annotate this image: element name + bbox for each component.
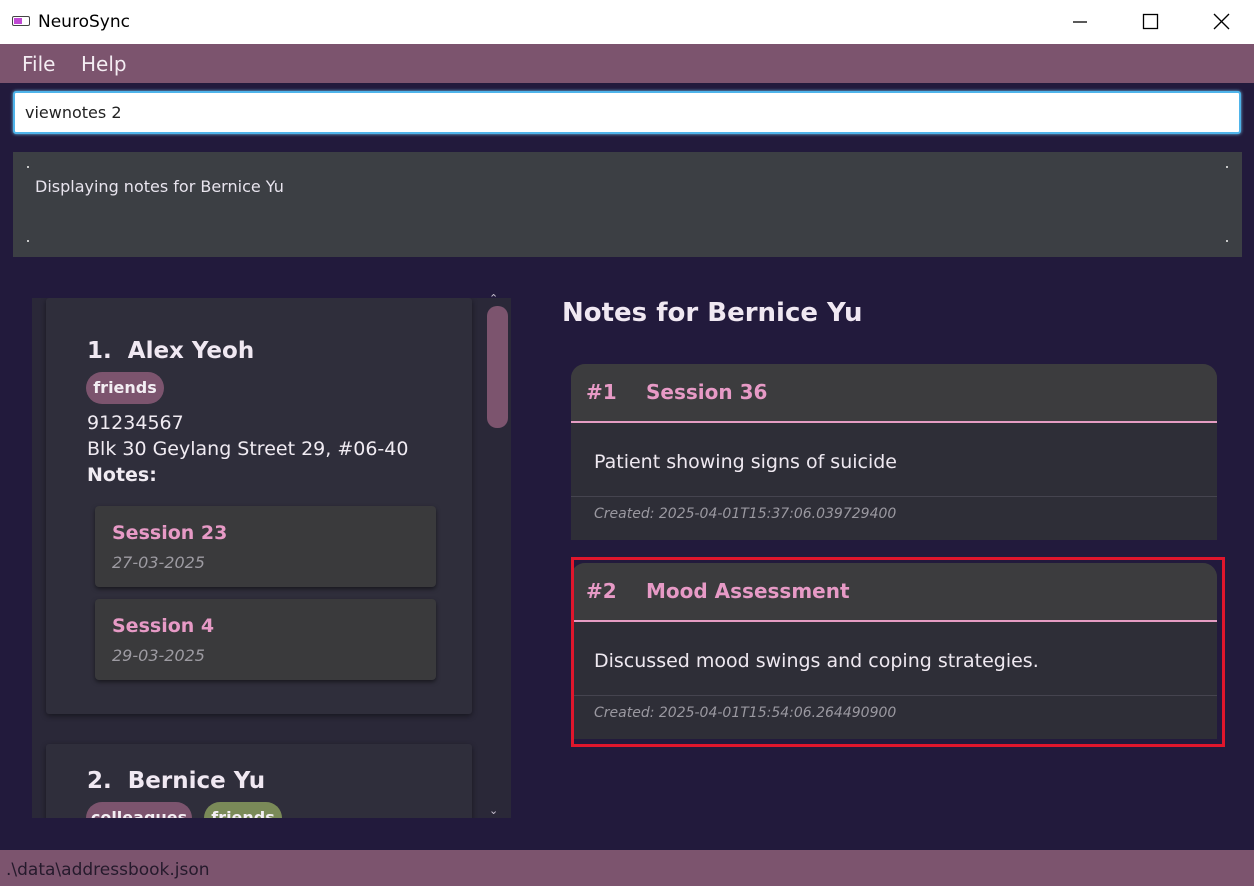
status-bar: .\data\addressbook.json [0,850,1254,886]
divider [571,496,1217,497]
person-address: Blk 30 Geylang Street 29, #06-40 [87,438,409,460]
scroll-thumb[interactable] [487,306,508,428]
close-icon [1213,13,1230,30]
person-phone: 91234567 [87,412,184,434]
minimize-button[interactable] [1057,0,1103,44]
menu-bar: File Help [0,44,1254,83]
note-preview-title: Session 4 [112,615,215,637]
note-preview-date: 29-03-2025 [112,646,205,665]
note-preview-title: Session 23 [112,522,228,544]
scroll-down-icon[interactable]: ⌄ [489,804,498,817]
menu-file[interactable]: File [22,52,55,76]
note-card[interactable]: #1 Session 36 Patient showing signs of s… [571,364,1217,540]
scroll-up-icon[interactable]: ⌃ [489,292,498,305]
title-bar: NeuroSync [0,0,1254,44]
corner-dot [1226,166,1228,168]
highlight-box [571,557,1225,747]
command-input[interactable] [25,99,1205,125]
person-name: 2. Bernice Yu [87,768,266,794]
maximize-button[interactable] [1127,0,1173,44]
result-display: Displaying notes for Bernice Yu [13,152,1242,257]
tag-badge: friends [86,372,164,404]
note-preview: Session 4 29-03-2025 [95,599,436,680]
note-preview: Session 23 27-03-2025 [95,506,436,587]
minimize-icon [1073,21,1087,23]
tag-badge: colleagues [86,802,192,818]
note-created: Created: 2025-04-01T15:37:06.039729400 [594,506,897,522]
app-icon [12,16,30,26]
result-message: Displaying notes for Bernice Yu [35,177,284,196]
person-name: 1. Alex Yeoh [87,338,255,364]
note-preview-date: 27-03-2025 [112,553,205,572]
note-title: Session 36 [646,380,768,404]
person-card[interactable]: 2. Bernice Yu colleagues friends [46,744,472,818]
window-title: NeuroSync [38,12,130,32]
person-card[interactable]: 1. Alex Yeoh friends 91234567 Blk 30 Gey… [46,298,472,714]
person-list[interactable]: 1. Alex Yeoh friends 91234567 Blk 30 Gey… [32,298,511,818]
tag-badge: friends [204,802,282,818]
corner-dot [1226,240,1228,242]
note-card-header: #1 Session 36 [571,364,1217,423]
notes-label: Notes: [87,464,157,486]
status-file-path: .\data\addressbook.json [6,860,210,880]
maximize-icon [1142,13,1159,30]
person-list-scrollbar[interactable]: ⌃ ⌄ [486,293,511,818]
note-body: Patient showing signs of suicide [594,451,897,473]
corner-dot [27,240,29,242]
command-box[interactable] [13,91,1241,134]
menu-help[interactable]: Help [81,52,127,76]
note-number: #1 [586,380,617,404]
close-button[interactable] [1198,0,1244,44]
notes-heading: Notes for Bernice Yu [562,298,863,328]
corner-dot [27,166,29,168]
